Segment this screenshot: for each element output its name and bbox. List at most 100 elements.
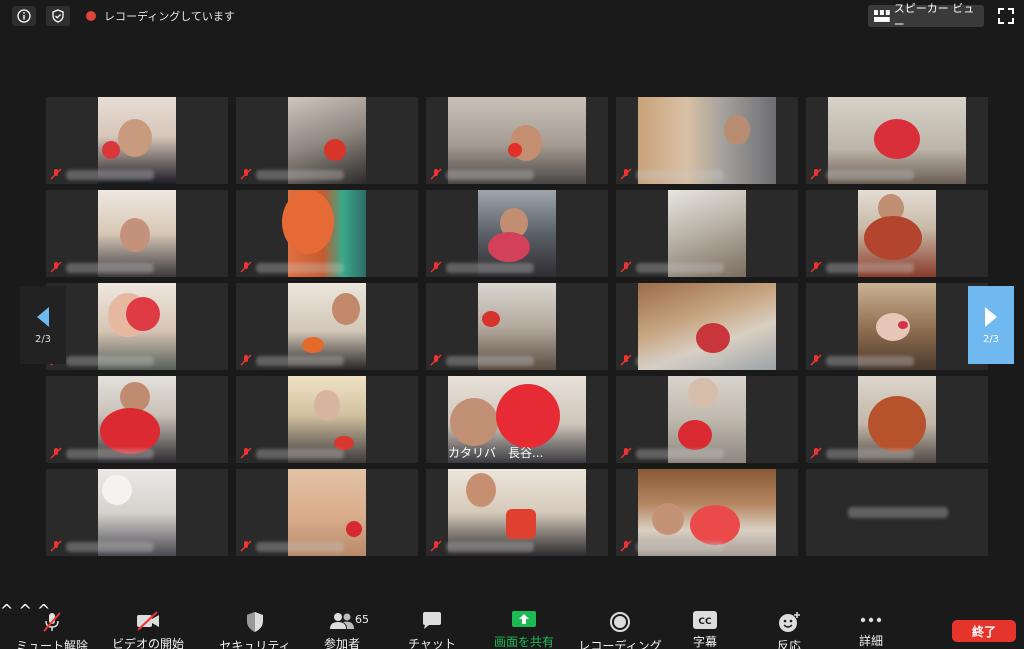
- participant-name-blurred: [636, 263, 724, 273]
- participant-tile[interactable]: [46, 190, 228, 277]
- participant-tile[interactable]: [616, 469, 798, 556]
- cc-icon-text: CC: [698, 617, 712, 627]
- video-off-icon: [134, 611, 162, 631]
- closed-caption-button[interactable]: CC 字幕: [680, 601, 730, 649]
- muted-mic-icon: [50, 168, 62, 180]
- record-button[interactable]: レコーディング: [578, 601, 662, 649]
- participant-tile[interactable]: [46, 97, 228, 184]
- participant-name-blurred: [636, 170, 724, 180]
- more-dots-icon: [857, 611, 885, 628]
- info-icon[interactable]: [12, 6, 36, 26]
- muted-mic-icon: [240, 540, 252, 552]
- chat-bubble-icon: [418, 611, 446, 631]
- muted-mic-icon: [620, 261, 632, 273]
- participant-name-blurred: [636, 542, 724, 552]
- page-indicator-left: 2/3: [34, 333, 52, 345]
- participant-tile[interactable]: [236, 190, 418, 277]
- arrow-right-icon: [985, 306, 997, 327]
- page-indicator-right: 2/3: [982, 333, 1000, 345]
- participant-name-blurred: [66, 263, 154, 273]
- meeting-toolbar: ミュート解除 ^ ビデオの開始 ^ セキュリティ 参加者 チャット 画面を共有 …: [0, 601, 1024, 649]
- recording-dot-icon: [86, 11, 96, 21]
- participant-name-blurred: [256, 170, 344, 180]
- participant-name-blurred: [446, 356, 534, 366]
- unmute-label: ミュート解除: [15, 639, 88, 649]
- participant-tile[interactable]: [426, 97, 608, 184]
- previous-page-button[interactable]: 2/3: [20, 286, 66, 364]
- participant-tile[interactable]: [806, 190, 988, 277]
- participant-tile[interactable]: [616, 190, 798, 277]
- audio-options-caret-icon[interactable]: ^: [0, 601, 13, 620]
- security-shield-icon: [241, 611, 269, 633]
- more-label: 詳細: [858, 634, 883, 648]
- participant-name-blurred: [636, 449, 724, 459]
- security-button[interactable]: セキュリティ: [219, 601, 291, 649]
- record-icon: [606, 611, 634, 633]
- next-page-button[interactable]: 2/3: [968, 286, 1014, 364]
- top-bar: レコーディングしています スピーカー ビュー: [0, 0, 1024, 32]
- muted-mic-icon: [50, 261, 62, 273]
- participant-tile[interactable]: [426, 469, 608, 556]
- participant-tile[interactable]: [806, 97, 988, 184]
- participant-tile[interactable]: カタリバ 長谷...: [426, 376, 608, 463]
- muted-mic-icon: [430, 354, 442, 366]
- participant-name: カタリバ 長谷...: [448, 446, 544, 460]
- grid-view-icon: [874, 10, 890, 22]
- security-label: セキュリティ: [219, 639, 291, 649]
- participant-name-blurred: [446, 170, 534, 180]
- muted-mic-icon: [430, 168, 442, 180]
- participant-tile[interactable]: [46, 283, 228, 370]
- record-label: レコーディング: [578, 639, 662, 649]
- participant-tile[interactable]: [46, 376, 228, 463]
- participant-tile[interactable]: [616, 376, 798, 463]
- participant-tile[interactable]: [616, 97, 798, 184]
- speaker-view-button[interactable]: スピーカー ビュー: [868, 2, 984, 31]
- participant-tile[interactable]: [426, 190, 608, 277]
- muted-mic-icon: [810, 447, 822, 459]
- muted-mic-icon: [240, 354, 252, 366]
- muted-mic-icon: [620, 447, 632, 459]
- participant-tile[interactable]: [806, 376, 988, 463]
- participant-tile[interactable]: [806, 283, 988, 370]
- participant-name-blurred: [256, 449, 344, 459]
- participant-tile[interactable]: [426, 283, 608, 370]
- muted-mic-icon: [430, 540, 442, 552]
- participant-tile[interactable]: [616, 283, 798, 370]
- closed-caption-label: 字幕: [692, 635, 717, 649]
- reactions-label: 反応: [776, 639, 801, 649]
- participant-tile[interactable]: [46, 469, 228, 556]
- participant-tile[interactable]: [236, 97, 418, 184]
- muted-mic-icon: [240, 168, 252, 180]
- participant-name-blurred: [256, 356, 344, 366]
- reactions-button[interactable]: 反応: [764, 601, 814, 649]
- unmute-button[interactable]: ミュート解除: [14, 601, 90, 649]
- participant-tile[interactable]: [236, 469, 418, 556]
- participant-name-blurred: [636, 356, 724, 366]
- more-button[interactable]: 詳細: [846, 601, 896, 649]
- chat-button[interactable]: チャット: [402, 601, 462, 649]
- participant-name-blurred: [66, 170, 154, 180]
- muted-mic-icon: [240, 261, 252, 273]
- participants-icon: [328, 611, 356, 631]
- muted-mic-icon: [810, 354, 822, 366]
- speaker-view-label: スピーカー ビュー: [893, 2, 975, 31]
- fullscreen-icon[interactable]: [996, 6, 1016, 26]
- share-screen-button[interactable]: 画面を共有: [488, 601, 560, 649]
- participant-tile[interactable]: [236, 376, 418, 463]
- shield-icon[interactable]: [46, 6, 70, 26]
- muted-mic-icon: [810, 168, 822, 180]
- participant-name-blurred: [66, 356, 154, 366]
- muted-mic-icon: [430, 261, 442, 273]
- participant-name-blurred: [826, 170, 914, 180]
- chat-label: チャット: [408, 637, 456, 649]
- start-video-button[interactable]: ビデオの開始: [108, 601, 188, 649]
- cc-icon: CC: [691, 611, 719, 629]
- muted-mic-icon: [620, 354, 632, 366]
- participant-tile[interactable]: [236, 283, 418, 370]
- participant-tile-video-off[interactable]: [806, 469, 988, 556]
- participant-name-blurred: [848, 507, 948, 518]
- end-meeting-button[interactable]: 終了: [952, 620, 1016, 642]
- participant-name-blurred: [66, 449, 154, 459]
- participant-name-blurred: [446, 263, 534, 273]
- participants-count: 65: [355, 613, 369, 626]
